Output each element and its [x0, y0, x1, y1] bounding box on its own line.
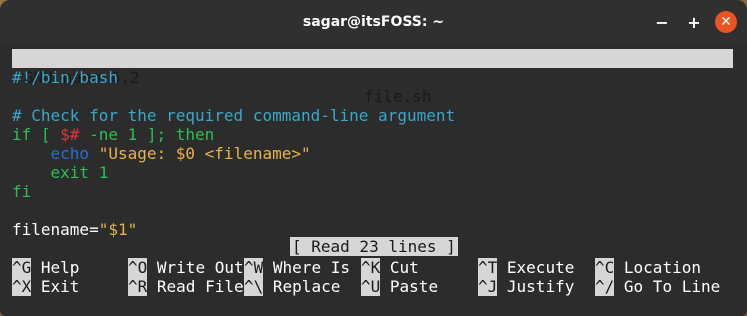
shortcut-key: ^G [12, 258, 32, 277]
shortcut-go-to-line[interactable]: ^/ Go To Line [595, 277, 720, 296]
code-line-9: filename="$1" [12, 220, 137, 239]
variable-value: "$1" [98, 220, 138, 239]
nano-header-bar: GNU nano 6.2 file.sh [12, 49, 733, 106]
bracket-open: [ [31, 125, 61, 144]
shortcut-label: Exit [40, 277, 80, 296]
shortcut-label: Cut [389, 258, 419, 277]
shortcut-key: ^\ [244, 277, 264, 296]
shortcut-replace[interactable]: ^\ Replace [244, 277, 340, 296]
shortcut-key: ^X [12, 277, 32, 296]
shortcut-key: ^K [361, 258, 381, 277]
terminal-window: sagar@itsFOSS: ~ − + ✕ GNU nano 6.2 file… [0, 0, 747, 316]
echo-builtin: echo [50, 144, 90, 163]
shortcut-where-is[interactable]: ^W Where Is [244, 258, 350, 277]
shortcut-justify[interactable]: ^J Justify [478, 277, 574, 296]
file-name: file.sh [364, 87, 432, 106]
usage-string: "Usage: $0 <filename>" [98, 144, 311, 163]
code-line-5: echo "Usage: $0 <filename>" [12, 144, 311, 163]
then-keyword: then [175, 125, 215, 144]
shortcut-label: Write Out [156, 258, 244, 277]
shortcut-key: ^/ [595, 277, 615, 296]
maximize-icon[interactable]: + [683, 11, 705, 33]
exit-code: 1 [89, 163, 109, 182]
shortcut-write-out[interactable]: ^O Write Out [128, 258, 244, 277]
shortcut-help[interactable]: ^G Help [12, 258, 79, 277]
status-message: [ Read 23 lines ] [290, 237, 458, 256]
shortcut-label: Read File [156, 277, 244, 296]
shortcut-key: ^C [595, 258, 615, 277]
shortcut-key: ^J [478, 277, 498, 296]
shortcut-key: ^U [361, 277, 381, 296]
window-title: sagar@itsFOSS: ~ [302, 14, 445, 30]
shortcut-label: Go To Line [623, 277, 721, 296]
arg-count-variable: $# [60, 125, 80, 144]
if-keyword: if [12, 125, 32, 144]
shortcut-paste[interactable]: ^U Paste [361, 277, 438, 296]
shortcut-key: ^R [128, 277, 148, 296]
shortcut-location[interactable]: ^C Location [595, 258, 701, 277]
minimize-icon[interactable]: − [651, 11, 673, 33]
shortcut-cut[interactable]: ^K Cut [361, 258, 419, 277]
shortcut-label: Execute [506, 258, 575, 277]
window-controls: − + ✕ [651, 11, 737, 33]
shortcut-label: Justify [506, 277, 575, 296]
shortcut-exit[interactable]: ^X Exit [12, 277, 79, 296]
shortcut-key: ^O [128, 258, 148, 277]
shortcut-label: Help [40, 258, 80, 277]
shortcut-label: Location [623, 258, 701, 277]
shortcut-label: Paste [389, 277, 439, 296]
code-line-6: exit 1 [12, 163, 109, 182]
shortcut-key: ^T [478, 258, 498, 277]
shortcut-key: ^W [244, 258, 264, 277]
nano-editor[interactable]: GNU nano 6.2 file.sh #!/bin/bash # Check… [0, 44, 747, 316]
close-icon[interactable]: ✕ [715, 11, 737, 33]
code-line-4: if [ $# -ne 1 ]; then [12, 125, 214, 144]
title-bar[interactable]: sagar@itsFOSS: ~ − + ✕ [0, 0, 747, 44]
code-line-3: # Check for the required command-line ar… [12, 106, 456, 125]
shortcut-label: Replace [272, 277, 341, 296]
code-line-7: fi [12, 182, 32, 201]
shortcut-read-file[interactable]: ^R Read File [128, 277, 244, 296]
shortcut-label: Where Is [272, 258, 350, 277]
condition-text: -ne 1 ]; [79, 125, 176, 144]
exit-keyword: exit [50, 163, 90, 182]
shortcut-execute[interactable]: ^T Execute [478, 258, 574, 277]
code-line-1: #!/bin/bash [12, 68, 118, 87]
variable-name: filename= [12, 220, 99, 239]
